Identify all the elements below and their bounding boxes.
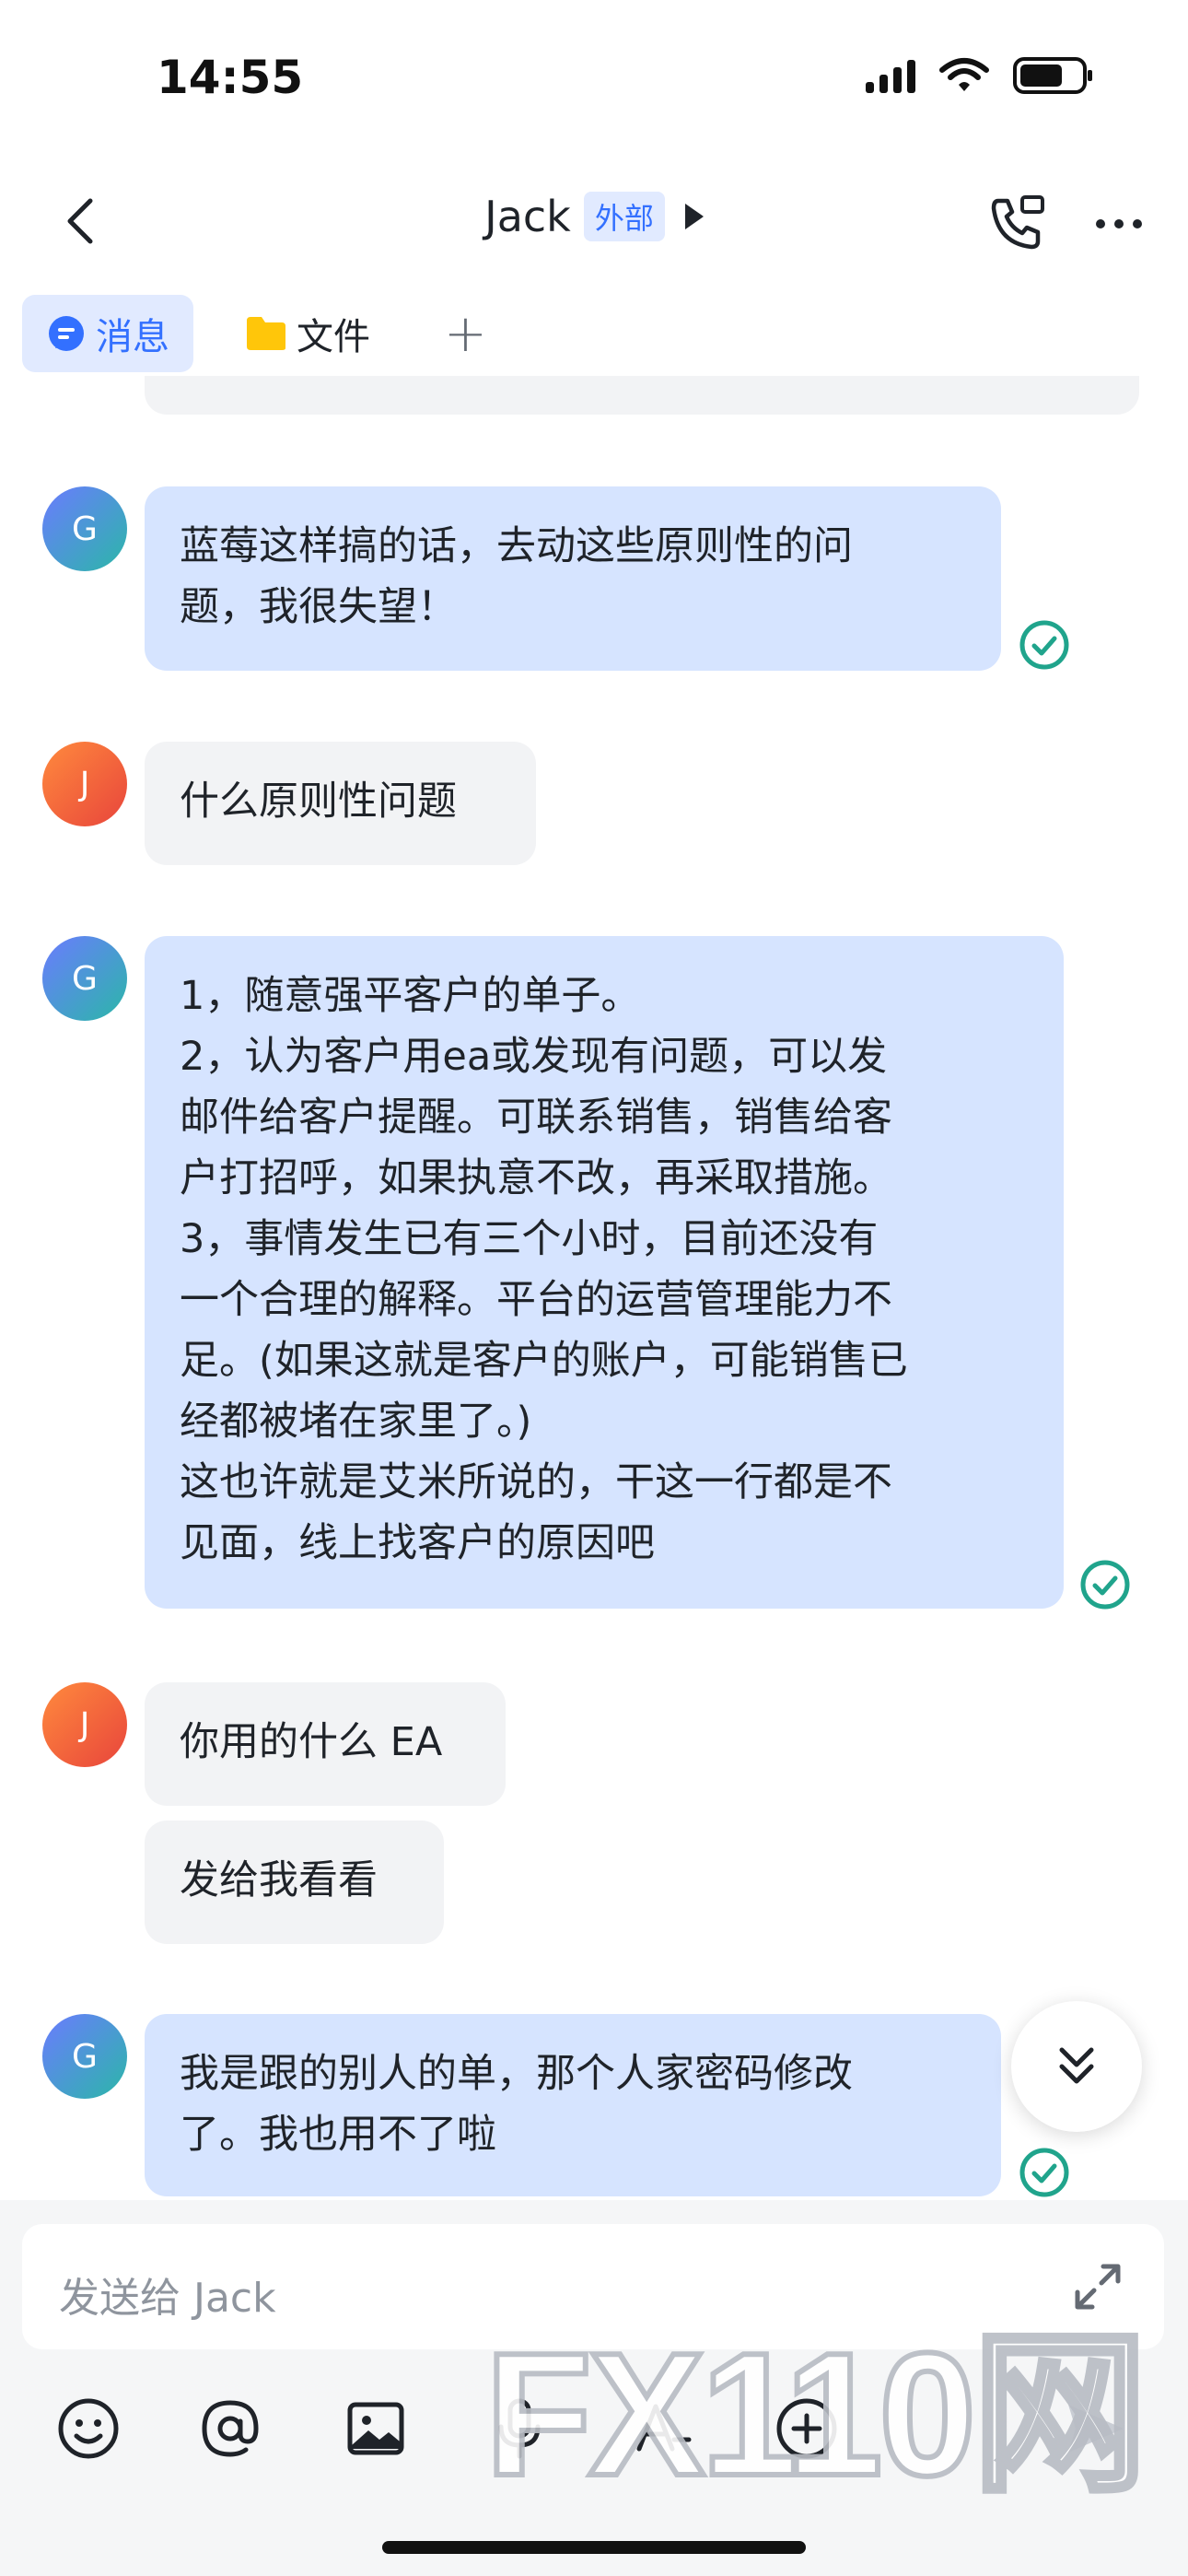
avatar[interactable]: G bbox=[42, 2014, 127, 2099]
image-icon[interactable] bbox=[339, 2392, 413, 2465]
chat-header: Jack 外部 bbox=[0, 157, 1188, 290]
avatar[interactable]: J bbox=[42, 742, 127, 826]
chat-tabs: 消息 文件 + bbox=[22, 295, 509, 372]
message-bubble[interactable]: 我是跟的别人的单，那个人家密码修改 了。我也用不了啦 bbox=[145, 2014, 1001, 2196]
watermark-logo: FX110网 bbox=[483, 2314, 1150, 2515]
scroll-to-bottom-button[interactable] bbox=[1011, 2001, 1142, 2132]
mention-icon[interactable] bbox=[193, 2392, 267, 2465]
wifi-icon bbox=[939, 58, 989, 91]
read-check-icon bbox=[1019, 2148, 1069, 2197]
chat-bubble-icon bbox=[49, 316, 84, 351]
emoji-icon[interactable] bbox=[52, 2392, 125, 2465]
add-tab-icon[interactable]: + bbox=[422, 304, 509, 364]
chat-title: Jack bbox=[484, 192, 571, 241]
avatar[interactable]: J bbox=[42, 1682, 127, 1767]
message-bubble[interactable]: 蓝莓这样搞的话，去动这些原则性的问 题，我很失望！ bbox=[145, 486, 1001, 671]
home-indicator bbox=[382, 2541, 806, 2554]
previous-message-edge bbox=[145, 376, 1139, 415]
expand-triangle-icon bbox=[684, 204, 704, 229]
tab-messages-label: 消息 bbox=[96, 316, 169, 358]
read-check-icon bbox=[1080, 1560, 1130, 1610]
double-chevron-down-icon bbox=[1059, 2047, 1094, 2084]
avatar[interactable]: G bbox=[42, 936, 127, 1021]
input-placeholder: 发送给 Jack bbox=[59, 2275, 276, 2322]
tab-files[interactable]: 文件 bbox=[221, 295, 394, 372]
message-bubble[interactable]: 什么原则性问题 bbox=[145, 742, 536, 865]
tab-files-label: 文件 bbox=[297, 316, 370, 358]
battery-icon bbox=[1013, 57, 1092, 94]
message-bubble[interactable]: 发给我看看 bbox=[145, 1821, 444, 1944]
status-bar: 14:55 bbox=[0, 0, 1188, 157]
more-options-icon[interactable] bbox=[1087, 192, 1151, 256]
read-check-icon bbox=[1019, 620, 1069, 670]
message-bubble[interactable]: 你用的什么 EA bbox=[145, 1682, 506, 1806]
cellular-signal-icon bbox=[866, 58, 915, 93]
tab-messages[interactable]: 消息 bbox=[22, 295, 193, 372]
call-icon[interactable] bbox=[985, 192, 1050, 256]
external-badge: 外部 bbox=[583, 192, 665, 241]
avatar[interactable]: G bbox=[42, 486, 127, 571]
status-icons bbox=[866, 57, 1092, 94]
status-time: 14:55 bbox=[157, 51, 304, 104]
folder-icon bbox=[247, 317, 285, 350]
message-bubble[interactable]: 1，随意强平客户的单子。 2，认为客户用ea或发现有问题，可以发 邮件给客户提醒… bbox=[145, 936, 1064, 1609]
